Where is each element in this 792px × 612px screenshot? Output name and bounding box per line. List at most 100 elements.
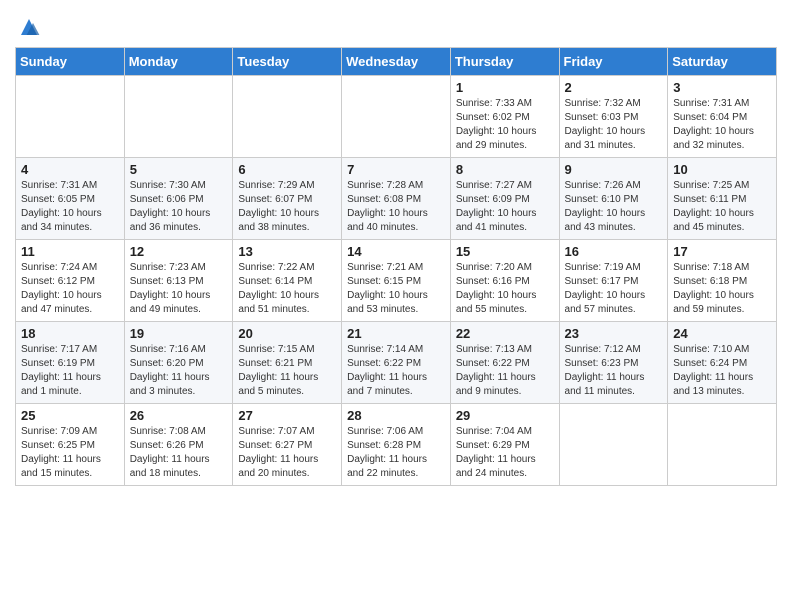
- day-info: Sunrise: 7:07 AM Sunset: 6:27 PM Dayligh…: [238, 425, 336, 481]
- header-day-sunday: Sunday: [16, 48, 125, 76]
- header-day-friday: Friday: [559, 48, 668, 76]
- calendar-cell: 1 Sunrise: 7:33 AM Sunset: 6:02 PM Daylig…: [450, 76, 559, 158]
- logo-icon: [17, 15, 41, 39]
- day-info: Sunrise: 7:28 AM Sunset: 6:08 PM Dayligh…: [347, 179, 445, 235]
- header: [15, 10, 777, 39]
- calendar-cell: 4 Sunrise: 7:31 AM Sunset: 6:05 PM Daylig…: [16, 158, 125, 240]
- day-info: Sunrise: 7:21 AM Sunset: 6:15 PM Dayligh…: [347, 261, 445, 317]
- calendar-cell: 21Sunrise: 7:14 AM Sunset: 6:22 PM Dayli…: [342, 322, 451, 404]
- day-number: 3: [673, 80, 771, 95]
- day-number: 5: [130, 162, 228, 177]
- calendar-cell: 18 Sunrise: 7:17 AM Sunset: 6:19 PM Dayli…: [16, 322, 125, 404]
- day-number: 1: [456, 80, 554, 95]
- calendar-cell: 6 Sunrise: 7:29 AM Sunset: 6:07 PM Daylig…: [233, 158, 342, 240]
- day-number: 29: [456, 408, 554, 423]
- header-day-saturday: Saturday: [668, 48, 777, 76]
- calendar-cell: 25Sunrise: 7:09 AM Sunset: 6:25 PM Dayli…: [16, 404, 125, 486]
- calendar-cell: 10 Sunrise: 7:25 AM Sunset: 6:11 PM Dayli…: [668, 158, 777, 240]
- day-number: 17: [673, 244, 771, 259]
- header-day-thursday: Thursday: [450, 48, 559, 76]
- day-info: Sunrise: 7:19 AM Sunset: 6:17 PM Dayligh…: [565, 261, 663, 317]
- calendar-cell: 26 Sunrise: 7:08 AM Sunset: 6:26 PM Dayli…: [124, 404, 233, 486]
- day-info: Sunrise: 7:31 AM Sunset: 6:04 PM Dayligh…: [673, 97, 771, 153]
- day-number: 24: [673, 326, 771, 341]
- calendar-cell: 8 Sunrise: 7:27 AM Sunset: 6:09 PM Daylig…: [450, 158, 559, 240]
- day-info: Sunrise: 7:24 AM Sunset: 6:12 PM Dayligh…: [21, 261, 119, 317]
- calendar-cell: [16, 76, 125, 158]
- day-number: 28: [347, 408, 445, 423]
- day-info: Sunrise: 7:06 AM Sunset: 6:28 PM Dayligh…: [347, 425, 445, 481]
- calendar-week-4: 18 Sunrise: 7:17 AM Sunset: 6:19 PM Dayli…: [16, 322, 777, 404]
- day-number: 9: [565, 162, 663, 177]
- calendar-cell: 17 Sunrise: 7:18 AM Sunset: 6:18 PM Dayli…: [668, 240, 777, 322]
- day-info: Sunrise: 7:17 AM Sunset: 6:19 PM Dayligh…: [21, 343, 119, 399]
- calendar-cell: 2 Sunrise: 7:32 AM Sunset: 6:03 PM Daylig…: [559, 76, 668, 158]
- calendar-cell: [559, 404, 668, 486]
- header-day-wednesday: Wednesday: [342, 48, 451, 76]
- day-info: Sunrise: 7:26 AM Sunset: 6:10 PM Dayligh…: [565, 179, 663, 235]
- calendar-cell: 16 Sunrise: 7:19 AM Sunset: 6:17 PM Dayli…: [559, 240, 668, 322]
- day-info: Sunrise: 7:31 AM Sunset: 6:05 PM Dayligh…: [21, 179, 119, 235]
- calendar-cell: 7 Sunrise: 7:28 AM Sunset: 6:08 PM Daylig…: [342, 158, 451, 240]
- header-day-tuesday: Tuesday: [233, 48, 342, 76]
- day-number: 4: [21, 162, 119, 177]
- day-number: 10: [673, 162, 771, 177]
- header-day-monday: Monday: [124, 48, 233, 76]
- calendar-table: SundayMondayTuesdayWednesdayThursdayFrid…: [15, 47, 777, 486]
- day-number: 13: [238, 244, 336, 259]
- calendar-cell: [124, 76, 233, 158]
- day-number: 27: [238, 408, 336, 423]
- calendar-cell: [233, 76, 342, 158]
- day-number: 18: [21, 326, 119, 341]
- calendar-cell: [668, 404, 777, 486]
- day-number: 2: [565, 80, 663, 95]
- day-number: 21: [347, 326, 445, 341]
- day-number: 6: [238, 162, 336, 177]
- calendar-cell: 20Sunrise: 7:15 AM Sunset: 6:21 PM Dayli…: [233, 322, 342, 404]
- day-info: Sunrise: 7:04 AM Sunset: 6:29 PM Dayligh…: [456, 425, 554, 481]
- day-info: Sunrise: 7:13 AM Sunset: 6:22 PM Dayligh…: [456, 343, 554, 399]
- day-info: Sunrise: 7:25 AM Sunset: 6:11 PM Dayligh…: [673, 179, 771, 235]
- day-number: 20: [238, 326, 336, 341]
- day-info: Sunrise: 7:08 AM Sunset: 6:26 PM Dayligh…: [130, 425, 228, 481]
- day-number: 16: [565, 244, 663, 259]
- calendar-week-3: 11 Sunrise: 7:24 AM Sunset: 6:12 PM Dayli…: [16, 240, 777, 322]
- calendar-cell: 27 Sunrise: 7:07 AM Sunset: 6:27 PM Dayli…: [233, 404, 342, 486]
- day-info: Sunrise: 7:22 AM Sunset: 6:14 PM Dayligh…: [238, 261, 336, 317]
- calendar-cell: 12 Sunrise: 7:23 AM Sunset: 6:13 PM Dayli…: [124, 240, 233, 322]
- calendar-week-5: 25Sunrise: 7:09 AM Sunset: 6:25 PM Dayli…: [16, 404, 777, 486]
- day-number: 8: [456, 162, 554, 177]
- calendar-cell: 3 Sunrise: 7:31 AM Sunset: 6:04 PM Daylig…: [668, 76, 777, 158]
- calendar-cell: 22Sunrise: 7:13 AM Sunset: 6:22 PM Dayli…: [450, 322, 559, 404]
- day-number: 26: [130, 408, 228, 423]
- day-number: 12: [130, 244, 228, 259]
- day-number: 7: [347, 162, 445, 177]
- day-number: 14: [347, 244, 445, 259]
- day-info: Sunrise: 7:33 AM Sunset: 6:02 PM Dayligh…: [456, 97, 554, 153]
- day-info: Sunrise: 7:16 AM Sunset: 6:20 PM Dayligh…: [130, 343, 228, 399]
- calendar-cell: 23 Sunrise: 7:12 AM Sunset: 6:23 PM Dayli…: [559, 322, 668, 404]
- day-number: 25: [21, 408, 119, 423]
- day-info: Sunrise: 7:29 AM Sunset: 6:07 PM Dayligh…: [238, 179, 336, 235]
- day-info: Sunrise: 7:12 AM Sunset: 6:23 PM Dayligh…: [565, 343, 663, 399]
- day-info: Sunrise: 7:23 AM Sunset: 6:13 PM Dayligh…: [130, 261, 228, 317]
- calendar-cell: 9 Sunrise: 7:26 AM Sunset: 6:10 PM Daylig…: [559, 158, 668, 240]
- calendar-week-2: 4 Sunrise: 7:31 AM Sunset: 6:05 PM Daylig…: [16, 158, 777, 240]
- day-info: Sunrise: 7:27 AM Sunset: 6:09 PM Dayligh…: [456, 179, 554, 235]
- day-number: 19: [130, 326, 228, 341]
- day-info: Sunrise: 7:10 AM Sunset: 6:24 PM Dayligh…: [673, 343, 771, 399]
- calendar-cell: 5Sunrise: 7:30 AM Sunset: 6:06 PM Daylig…: [124, 158, 233, 240]
- day-info: Sunrise: 7:32 AM Sunset: 6:03 PM Dayligh…: [565, 97, 663, 153]
- logo: [15, 15, 41, 39]
- day-number: 15: [456, 244, 554, 259]
- calendar-week-1: 1 Sunrise: 7:33 AM Sunset: 6:02 PM Daylig…: [16, 76, 777, 158]
- calendar-cell: 19 Sunrise: 7:16 AM Sunset: 6:20 PM Dayli…: [124, 322, 233, 404]
- day-number: 23: [565, 326, 663, 341]
- day-info: Sunrise: 7:18 AM Sunset: 6:18 PM Dayligh…: [673, 261, 771, 317]
- day-info: Sunrise: 7:20 AM Sunset: 6:16 PM Dayligh…: [456, 261, 554, 317]
- calendar-header-row: SundayMondayTuesdayWednesdayThursdayFrid…: [16, 48, 777, 76]
- calendar-body: 1 Sunrise: 7:33 AM Sunset: 6:02 PM Daylig…: [16, 76, 777, 486]
- calendar-cell: 24 Sunrise: 7:10 AM Sunset: 6:24 PM Dayli…: [668, 322, 777, 404]
- calendar-cell: 29 Sunrise: 7:04 AM Sunset: 6:29 PM Dayli…: [450, 404, 559, 486]
- day-number: 11: [21, 244, 119, 259]
